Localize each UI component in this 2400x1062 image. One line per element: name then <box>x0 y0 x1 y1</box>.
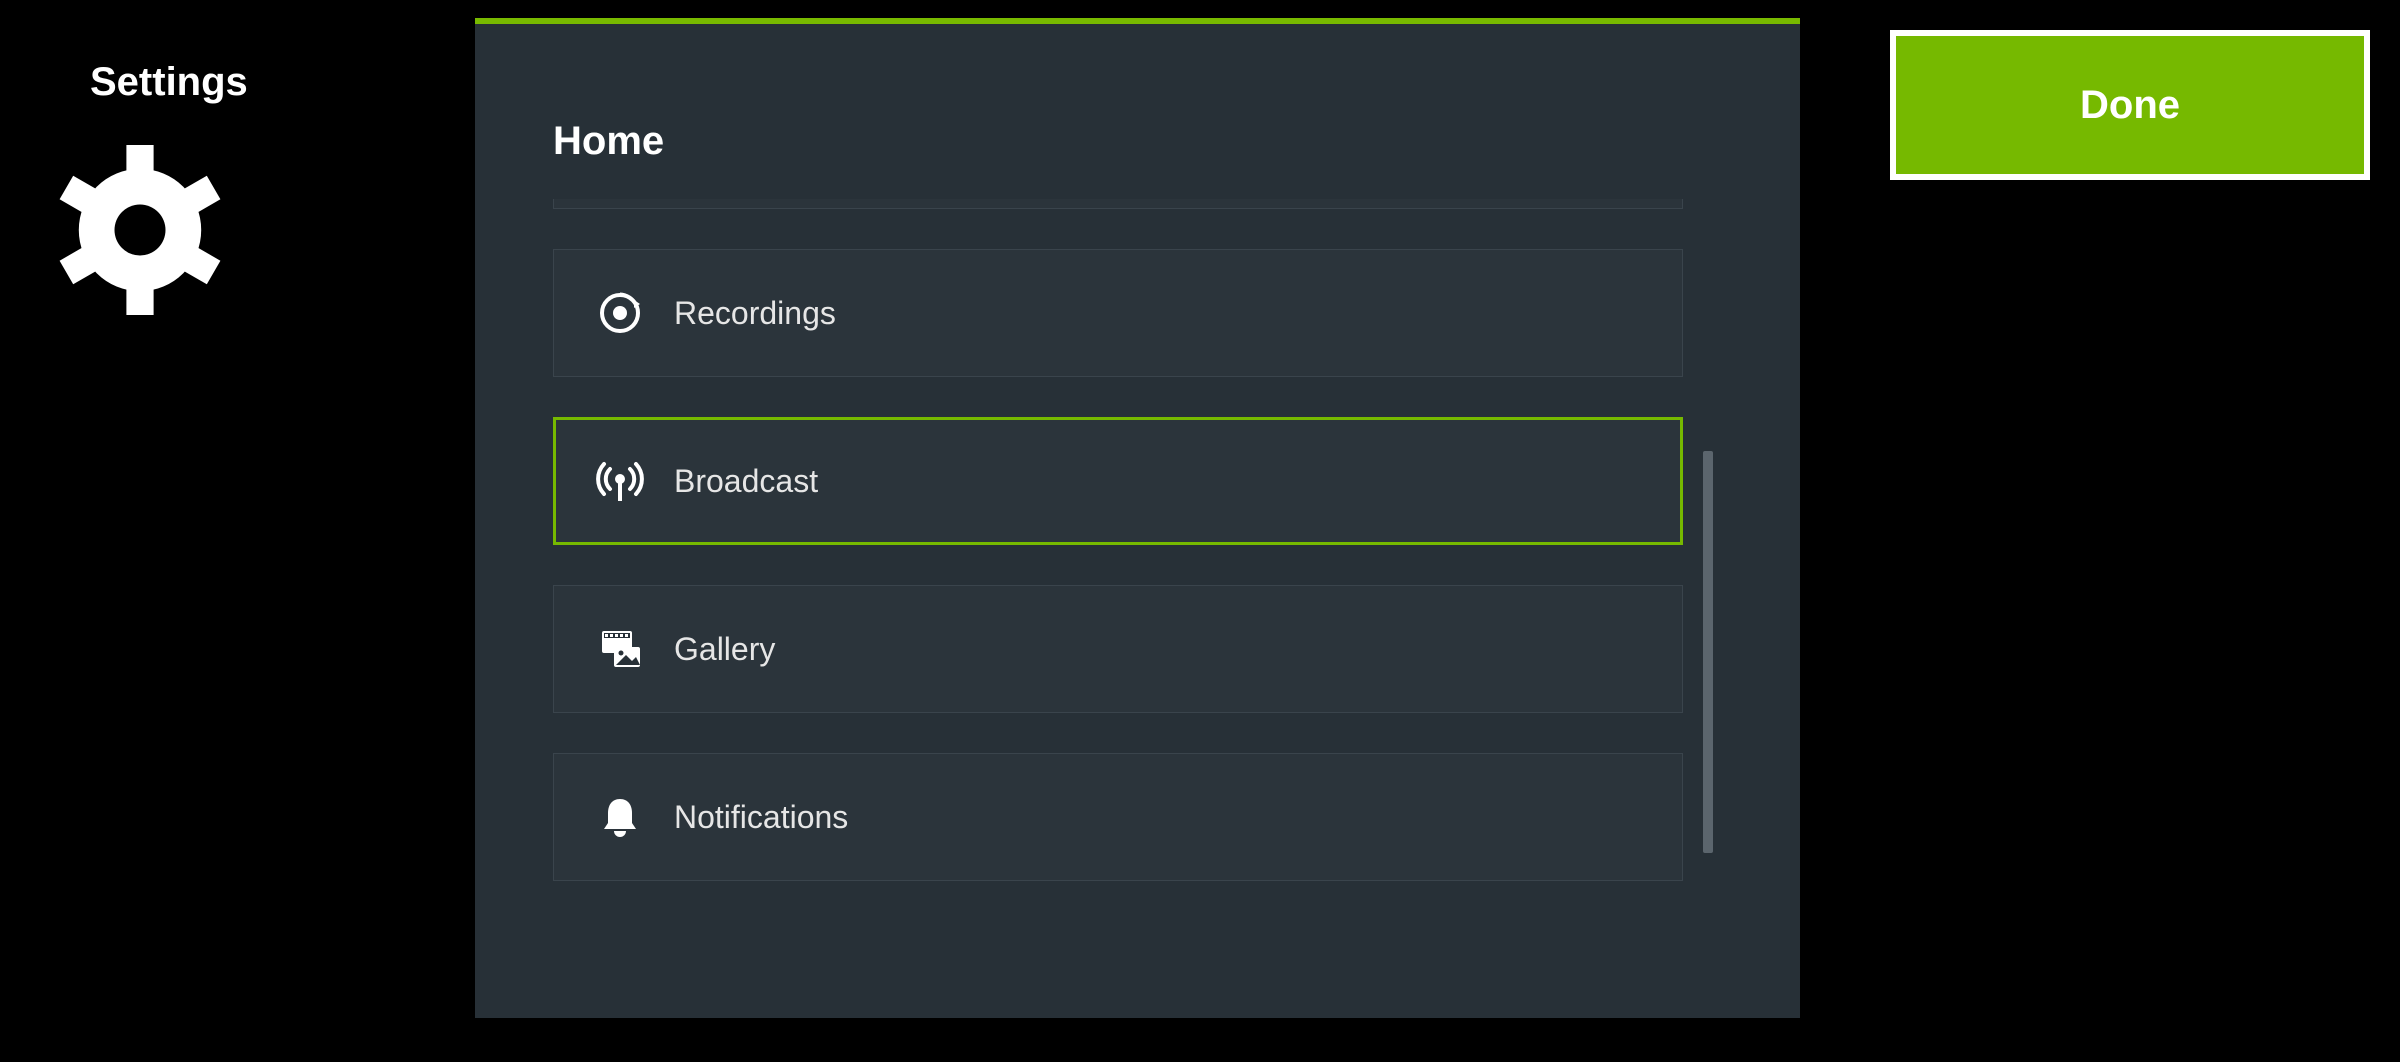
done-button[interactable]: Done <box>1890 30 2370 180</box>
gear-icon <box>55 145 225 315</box>
scrollbar[interactable] <box>1703 201 1713 987</box>
menu-item-label: Recordings <box>674 295 836 332</box>
menu-item-keyboard-shortcuts[interactable]: Keyboard shortcuts <box>553 199 1683 209</box>
menu-item-label: Notifications <box>674 799 848 836</box>
menu-item-recordings[interactable]: Recordings <box>553 249 1683 377</box>
menu-item-broadcast[interactable]: Broadcast <box>553 417 1683 545</box>
panel-title: Home <box>553 119 664 164</box>
settings-title: Settings <box>90 60 248 105</box>
menu-item-gallery[interactable]: Gallery <box>553 585 1683 713</box>
gallery-icon <box>596 625 644 673</box>
done-button-label: Done <box>2080 83 2180 128</box>
menu-list: Keyboard shortcuts Recordings <box>553 199 1683 989</box>
broadcast-icon <box>596 457 644 505</box>
menu-item-notifications[interactable]: Notifications <box>553 753 1683 881</box>
menu-item-label: Gallery <box>674 631 775 668</box>
scrollbar-thumb[interactable] <box>1703 451 1713 853</box>
settings-panel: Home Keyboard <box>475 18 1800 1018</box>
menu-item-label: Broadcast <box>674 463 818 500</box>
recordings-icon <box>596 289 644 337</box>
bell-icon <box>596 793 644 841</box>
